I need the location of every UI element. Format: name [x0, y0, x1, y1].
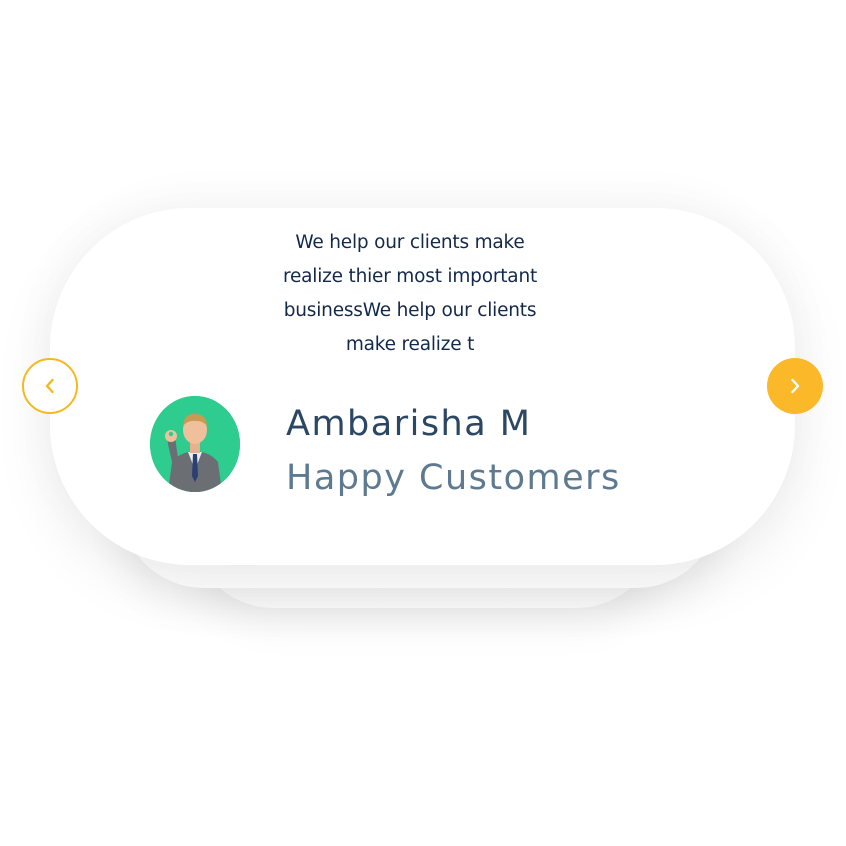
- previous-button[interactable]: [22, 358, 78, 414]
- customer-name: Ambarisha M: [286, 404, 532, 444]
- customer-role: Happy Customers: [286, 458, 621, 498]
- avatar: [150, 396, 240, 492]
- person-photo-icon: [150, 396, 240, 492]
- next-button[interactable]: [767, 358, 823, 414]
- chevron-right-icon: [791, 378, 800, 394]
- testimonial-slider: We help our clients make realize thier m…: [0, 0, 846, 846]
- chevron-left-icon: [45, 378, 54, 394]
- testimonial-quote: We help our clients make realize thier m…: [282, 232, 538, 355]
